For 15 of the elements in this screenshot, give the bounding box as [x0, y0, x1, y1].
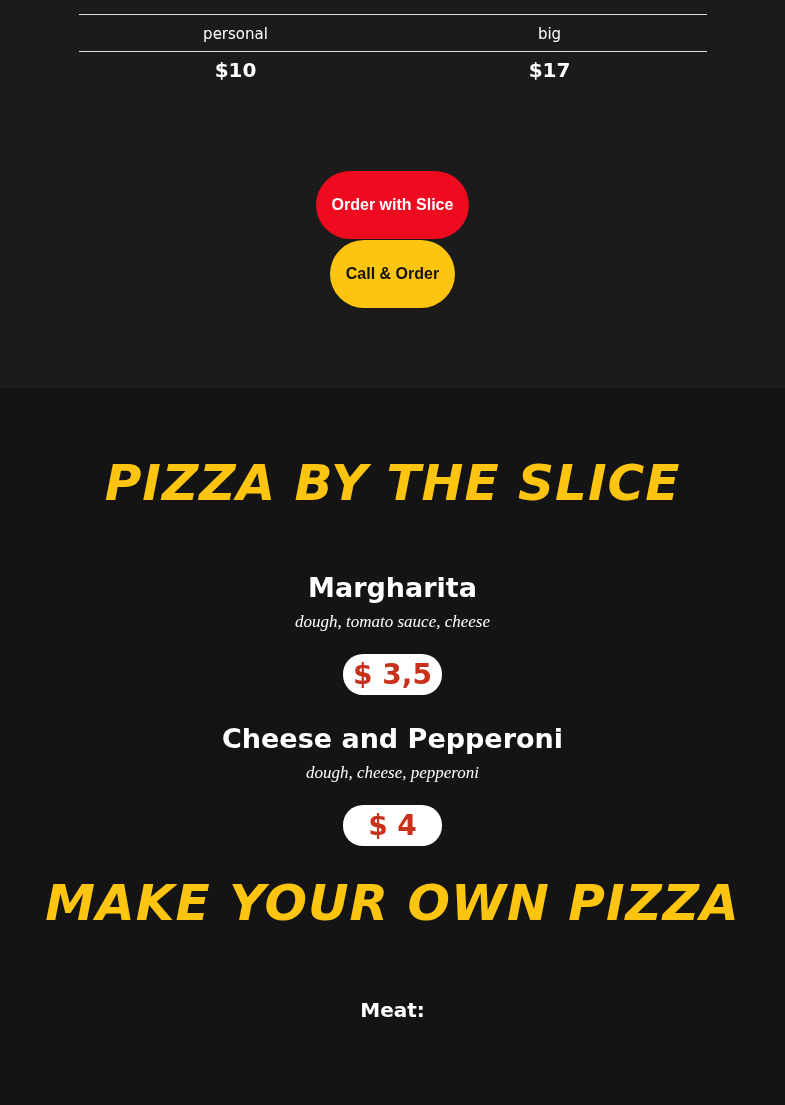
size-label: personal — [203, 24, 268, 43]
size-label: big — [537, 24, 562, 43]
ingredients-text: dough, cheese, pepperoni — [305, 763, 480, 783]
order-button[interactable]: Order with Slice — [315, 171, 470, 239]
section-title: PIZZA BY THE SLICE — [104, 453, 681, 514]
price-tag: $ 4 — [343, 805, 442, 846]
pizza-name: Cheese and Pepperoni — [222, 722, 563, 756]
pizza-name: Margharita — [308, 571, 477, 605]
price-text: $10 — [214, 58, 257, 82]
ingredients-text: dough, tomato sauce, cheese — [295, 612, 490, 632]
category-heading: Meat: — [360, 998, 425, 1022]
call-button[interactable]: Call & Order — [329, 240, 456, 308]
section-title: MAKE YOUR OWN PIZZA — [45, 873, 740, 934]
price-text: $17 — [528, 58, 571, 82]
price-tag: $ 3,5 — [343, 654, 442, 695]
